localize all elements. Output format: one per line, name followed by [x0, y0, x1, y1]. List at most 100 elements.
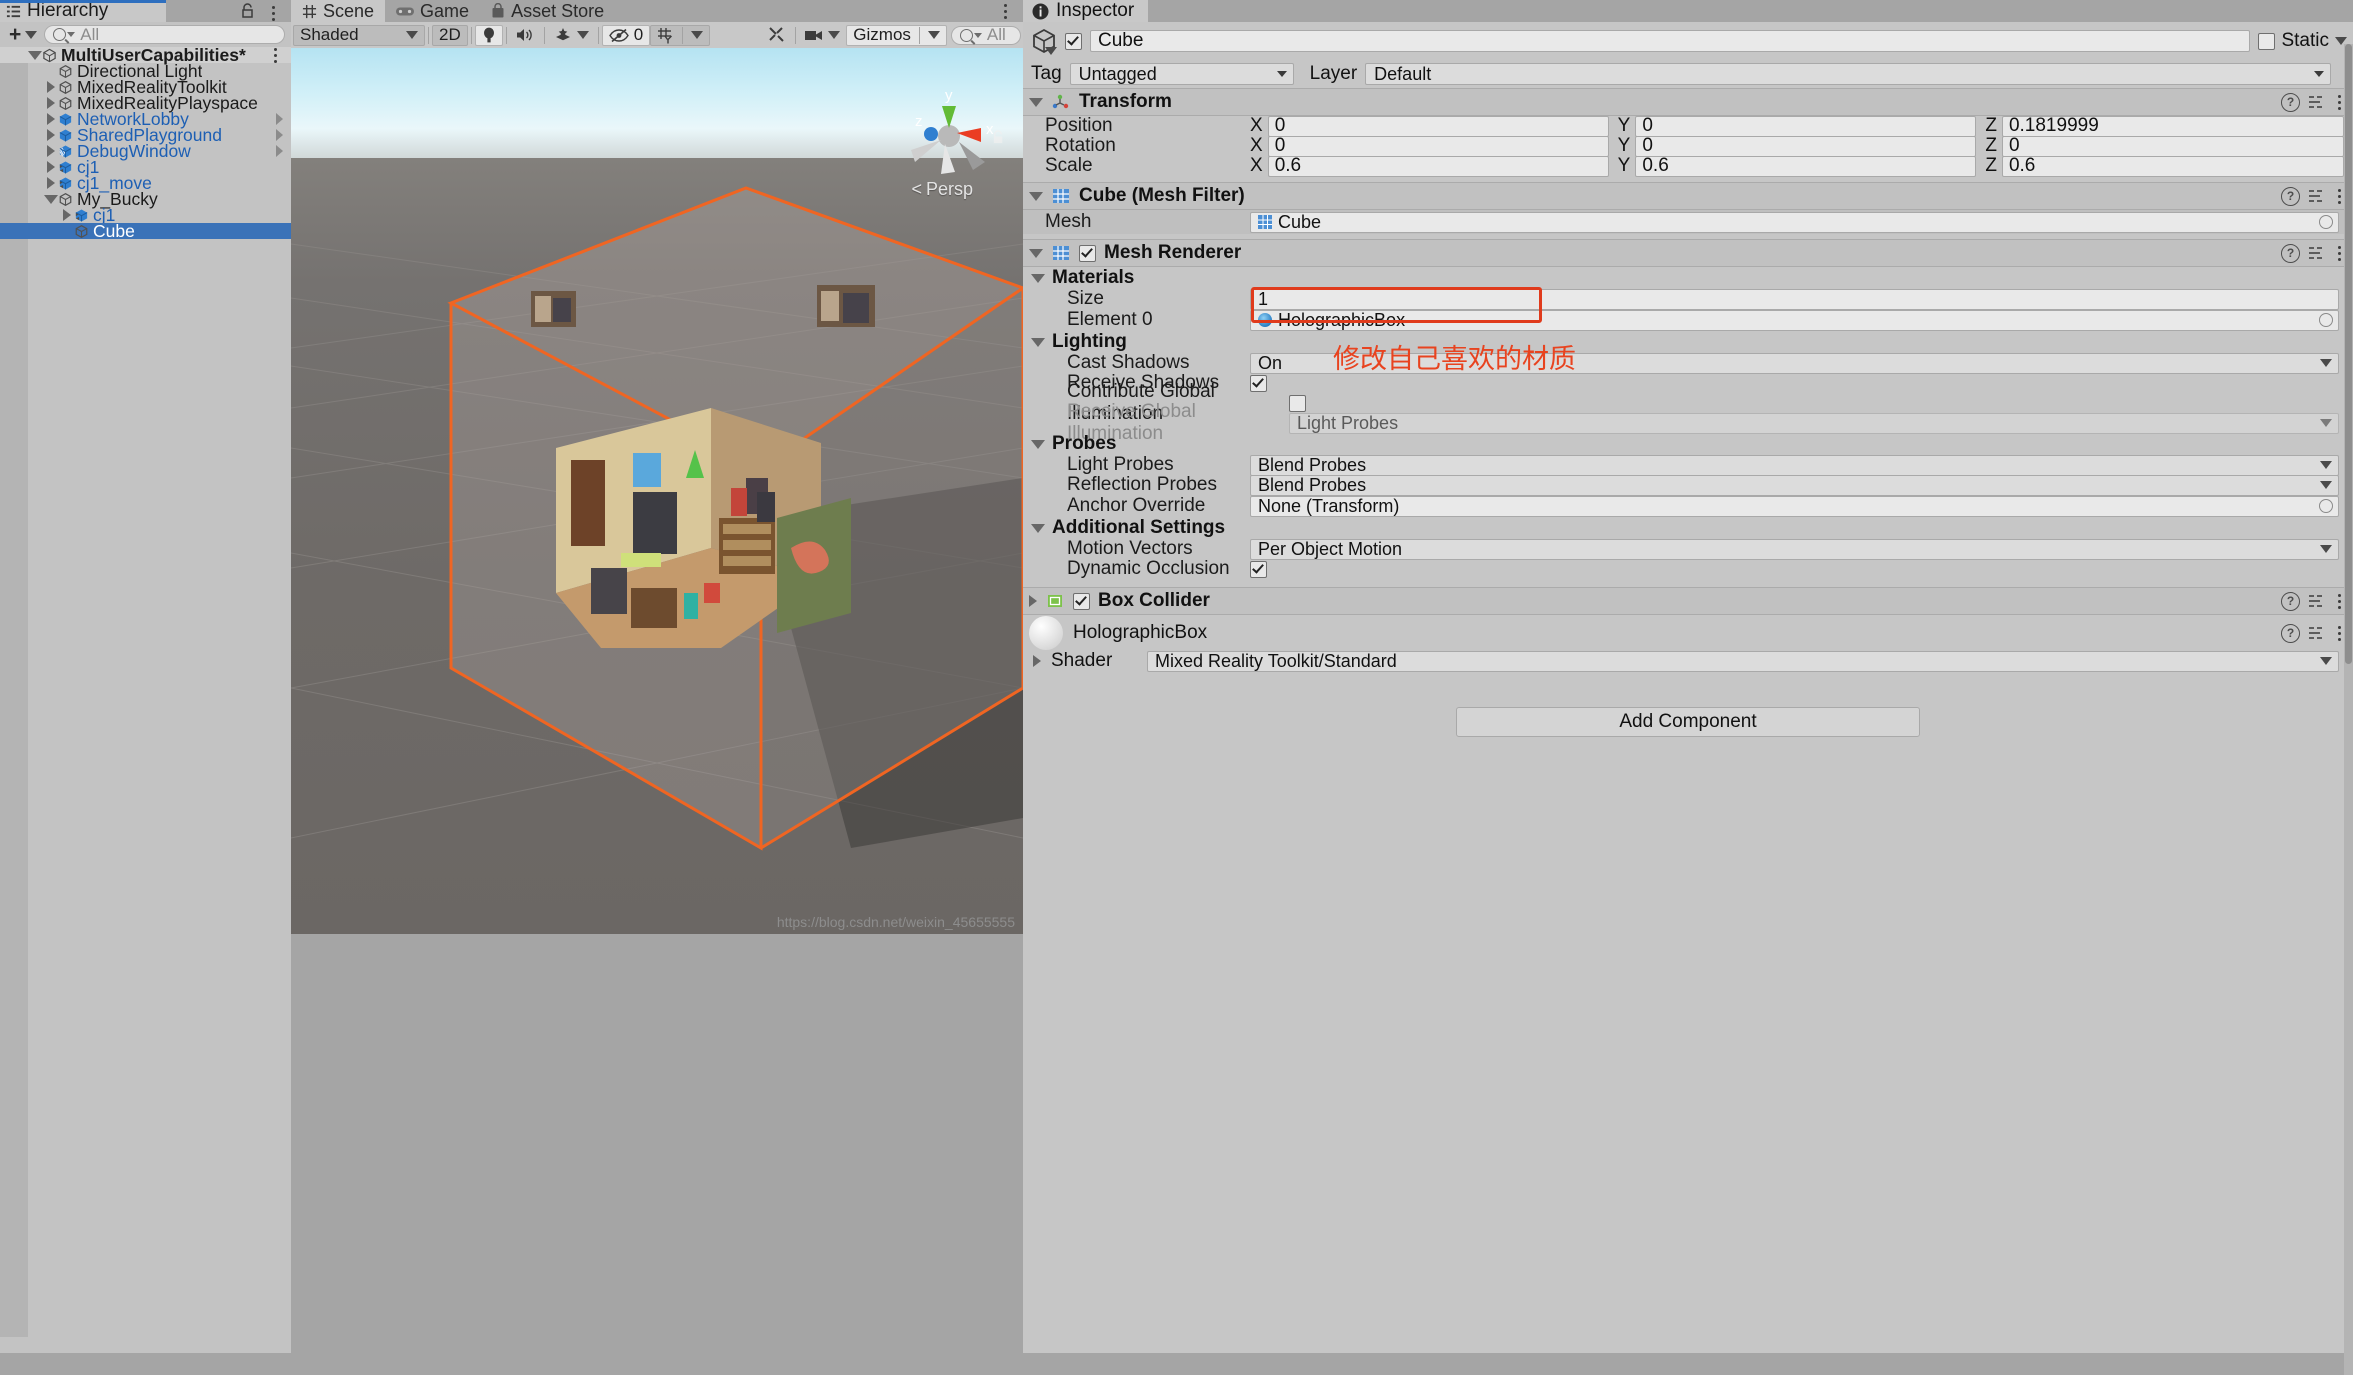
gizmos-dropdown[interactable]: Gizmos: [846, 24, 947, 46]
mesh-renderer-enabled-checkbox[interactable]: [1079, 244, 1096, 262]
expand-arrow-icon[interactable]: [44, 145, 58, 157]
preset-icon[interactable]: [2307, 245, 2324, 261]
position-z-input[interactable]: 0.1819999: [2001, 115, 2345, 137]
preset-icon[interactable]: [2307, 625, 2324, 641]
help-icon[interactable]: ?: [2281, 623, 2300, 643]
toggle-2d-button[interactable]: 2D: [432, 24, 468, 46]
help-icon[interactable]: ?: [2281, 92, 2300, 112]
tab-hierarchy[interactable]: Hierarchy: [0, 0, 166, 22]
material-object-field[interactable]: HolographicBox: [1250, 309, 2339, 331]
box-collider-enabled-checkbox[interactable]: [1073, 592, 1090, 610]
scene-camera-button[interactable]: [799, 25, 846, 46]
expand-arrow-icon[interactable]: [60, 209, 74, 221]
collapse-arrow-icon[interactable]: [1031, 337, 1045, 347]
scene-fx-toggle[interactable]: [548, 25, 595, 46]
materials-section-header[interactable]: Materials: [1023, 267, 2353, 289]
expand-arrow-icon[interactable]: [1029, 595, 1037, 607]
object-picker-icon[interactable]: [2319, 313, 2333, 327]
receive-shadows-checkbox[interactable]: [1250, 374, 1267, 392]
tag-dropdown[interactable]: Untagged: [1069, 63, 1294, 85]
anchor-override-field[interactable]: None (Transform): [1250, 495, 2339, 517]
preset-icon[interactable]: [2307, 94, 2324, 110]
scale-y-input[interactable]: 0.6: [1635, 155, 1977, 177]
expand-arrow-icon[interactable]: [44, 177, 58, 189]
hierarchy-tree[interactable]: MultiUserCapabilities* Directional Light M…: [0, 45, 291, 1337]
position-x-input[interactable]: 0: [1267, 115, 1609, 137]
orientation-gizmo[interactable]: y z x: [889, 76, 1009, 196]
tab-asset-store[interactable]: Asset Store: [480, 0, 615, 22]
size-field[interactable]: 1: [1250, 288, 2339, 310]
expand-arrow-icon[interactable]: [44, 113, 58, 125]
help-icon[interactable]: ?: [2281, 591, 2300, 611]
transform-component-header[interactable]: Transform ?: [1023, 88, 2353, 116]
inspector-scrollbar[interactable]: [2344, 44, 2353, 1375]
expand-arrow-icon[interactable]: [1033, 655, 1041, 667]
object-enabled-checkbox[interactable]: [1065, 32, 1082, 50]
open-prefab-chevron-icon[interactable]: [276, 145, 283, 157]
scene-visibility-toggle[interactable]: 0: [601, 24, 651, 46]
lighting-section-header[interactable]: Lighting: [1023, 331, 2353, 353]
mesh-renderer-component-header[interactable]: Mesh Renderer ?: [1023, 239, 2353, 267]
additional-settings-section-header[interactable]: Additional Settings: [1023, 517, 2353, 539]
rotation-z-input[interactable]: 0: [2001, 135, 2345, 157]
collapse-arrow-icon[interactable]: [1031, 273, 1045, 283]
object-picker-icon[interactable]: [2319, 499, 2333, 513]
static-checkbox[interactable]: [2258, 32, 2276, 50]
hierarchy-search-input[interactable]: All: [44, 25, 285, 44]
mesh-filter-component-header[interactable]: Cube (Mesh Filter) ?: [1023, 182, 2353, 210]
tab-game[interactable]: Game: [385, 0, 480, 22]
projection-indicator[interactable]: < Persp: [911, 179, 973, 200]
light-probes-dropdown[interactable]: Blend Probes: [1250, 454, 2339, 476]
collapse-arrow-icon[interactable]: [28, 50, 42, 60]
contribute-gi-checkbox[interactable]: [1289, 394, 1306, 412]
dynamic-occlusion-checkbox[interactable]: [1250, 560, 1267, 578]
help-icon[interactable]: ?: [2281, 186, 2300, 206]
reflection-probes-dropdown[interactable]: Blend Probes: [1250, 474, 2339, 496]
collapse-arrow-icon[interactable]: [1029, 97, 1043, 107]
scene-menu-icon[interactable]: [997, 0, 1013, 24]
hierarchy-item-cj1[interactable]: cj1: [0, 205, 291, 225]
rotation-x-input[interactable]: 0: [1267, 135, 1609, 157]
expand-arrow-icon[interactable]: [44, 81, 58, 93]
scale-z-input[interactable]: 0.6: [2001, 155, 2345, 177]
scene-search-input[interactable]: All: [950, 25, 1022, 45]
draw-mode-dropdown[interactable]: Shaded: [293, 24, 425, 46]
scene-tools-button[interactable]: [762, 25, 792, 46]
expand-arrow-icon[interactable]: [44, 161, 58, 173]
open-prefab-chevron-icon[interactable]: [276, 129, 283, 141]
object-picker-icon[interactable]: [2319, 215, 2333, 229]
open-prefab-chevron-icon[interactable]: [276, 113, 283, 125]
expand-arrow-icon[interactable]: [44, 97, 58, 109]
object-name-field[interactable]: Cube: [1090, 30, 2251, 52]
layer-dropdown[interactable]: Default: [1365, 63, 2331, 85]
hierarchy-item-my-bucky[interactable]: My_Bucky: [0, 189, 291, 209]
preset-icon[interactable]: [2307, 188, 2324, 204]
scene-audio-toggle[interactable]: [510, 25, 541, 46]
mesh-object-field[interactable]: Cube: [1250, 211, 2339, 233]
collapse-arrow-icon[interactable]: [1031, 523, 1045, 533]
collapse-arrow-icon[interactable]: [1029, 248, 1043, 258]
scene-grid-toggle[interactable]: [650, 24, 711, 46]
expand-arrow-icon[interactable]: [44, 129, 58, 141]
lock-icon[interactable]: [241, 3, 255, 19]
hierarchy-item-debugwindow[interactable]: DebugWindow: [0, 141, 291, 161]
help-icon[interactable]: ?: [2281, 243, 2300, 263]
gizmo-lock-icon[interactable]: [992, 130, 1005, 145]
scene-viewport[interactable]: y z x < Persp https://blog.csdn.net/weix…: [291, 48, 1023, 934]
rotation-y-input[interactable]: 0: [1635, 135, 1977, 157]
collapse-arrow-icon[interactable]: [44, 194, 58, 204]
hierarchy-item-cube[interactable]: Cube: [0, 221, 291, 241]
prefab-chevron-icon[interactable]: [1045, 47, 1057, 55]
tab-scene[interactable]: Scene: [291, 0, 386, 22]
scale-x-input[interactable]: 0.6: [1267, 155, 1609, 177]
preset-icon[interactable]: [2307, 593, 2324, 609]
box-collider-component-header[interactable]: Box Collider ?: [1023, 587, 2353, 615]
scene-lighting-toggle[interactable]: [474, 24, 503, 46]
collapse-arrow-icon[interactable]: [1029, 191, 1043, 201]
position-y-input[interactable]: 0: [1635, 115, 1977, 137]
tab-inspector[interactable]: Inspector: [1023, 0, 1149, 22]
motion-vectors-dropdown[interactable]: Per Object Motion: [1250, 538, 2339, 560]
shader-dropdown[interactable]: Mixed Reality Toolkit/Standard: [1147, 650, 2339, 672]
hierarchy-menu-icon[interactable]: [265, 0, 281, 26]
add-component-button[interactable]: Add Component: [1456, 707, 1920, 737]
